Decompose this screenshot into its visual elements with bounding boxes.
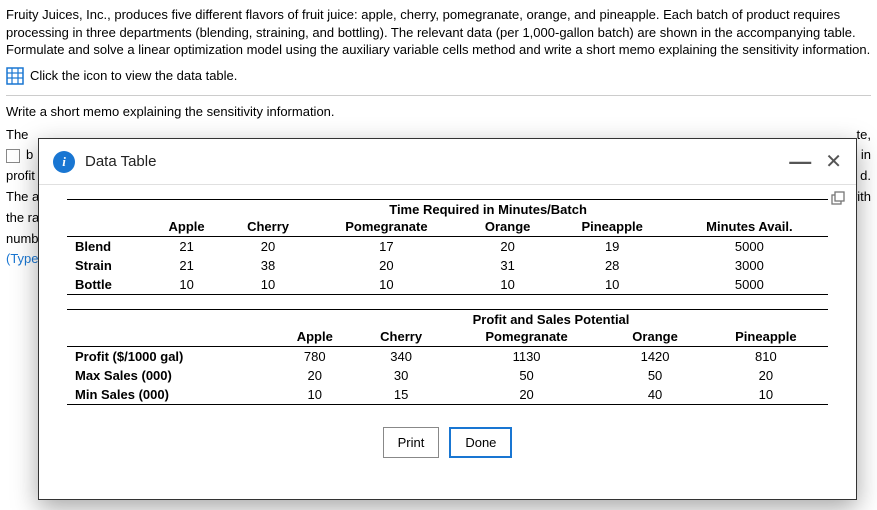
t1-r1c5: 3000 (671, 256, 828, 275)
t1-r2c3: 10 (462, 275, 554, 295)
t1-r0c1: 20 (225, 237, 311, 257)
time-required-table: Time Required in Minutes/Batch Apple Che… (67, 199, 828, 295)
t1-r0c4: 19 (554, 237, 671, 257)
table2-caption: Profit and Sales Potential (274, 310, 828, 328)
bg-the: The (6, 125, 28, 146)
t1-r0-label: Blend (67, 237, 148, 257)
modal-title: Data Table (85, 153, 156, 170)
t1-col-pine: Pineapple (554, 217, 671, 237)
t2-r1c1: 30 (355, 366, 446, 385)
bg-b: b (26, 145, 33, 166)
t1-r1-label: Strain (67, 256, 148, 275)
table1-caption: Time Required in Minutes/Batch (148, 200, 828, 218)
modal-header: i Data Table — ✕ (39, 139, 856, 185)
modal-body: Time Required in Minutes/Batch Apple Che… (39, 185, 856, 499)
close-icon[interactable]: ✕ (825, 149, 842, 174)
data-table-modal: i Data Table — ✕ Time Required in Minute… (38, 138, 857, 500)
bg-d: d. (860, 166, 871, 187)
bg-thea: The a (6, 187, 39, 208)
t2-r1-label: Max Sales (000) (67, 366, 274, 385)
icon-hint-text: Click the icon to view the data table. (30, 68, 237, 83)
t1-col-orange: Orange (462, 217, 554, 237)
t2-r2c1: 15 (355, 385, 446, 405)
t2-col-pom: Pomegranate (447, 327, 607, 347)
t2-r0c4: 810 (704, 347, 828, 367)
t1-col-avail: Minutes Avail. (671, 217, 828, 237)
t2-r2c2: 20 (447, 385, 607, 405)
profit-sales-table: Profit and Sales Potential Apple Cherry … (67, 309, 828, 405)
t2-r2c4: 10 (704, 385, 828, 405)
t2-r1c0: 20 (274, 366, 355, 385)
t2-r0-label: Profit ($/1000 gal) (67, 347, 274, 367)
t1-r1c0: 21 (148, 256, 225, 275)
t1-r1c2: 20 (311, 256, 462, 275)
t2-r2c0: 10 (274, 385, 355, 405)
info-icon: i (53, 151, 75, 173)
separator (6, 95, 871, 96)
modal-footer: Print Done (67, 419, 828, 472)
t2-r1c3: 50 (606, 366, 703, 385)
t1-r2c1: 10 (225, 275, 311, 295)
t2-r2-label: Min Sales (000) (67, 385, 274, 405)
t2-col-cherry: Cherry (355, 327, 446, 347)
bg-in: in (861, 145, 871, 166)
t1-r2c4: 10 (554, 275, 671, 295)
t1-r2c0: 10 (148, 275, 225, 295)
t2-r0c3: 1420 (606, 347, 703, 367)
bg-te: te, (857, 125, 871, 146)
memo-prompt: Write a short memo explaining the sensit… (6, 104, 871, 119)
t2-col-apple: Apple (274, 327, 355, 347)
t1-r1c3: 31 (462, 256, 554, 275)
t1-r0c2: 17 (311, 237, 462, 257)
bg-type: (Type (6, 249, 39, 270)
t1-col-cherry: Cherry (225, 217, 311, 237)
bg-profit: profit (6, 166, 35, 187)
t2-r1c2: 50 (447, 366, 607, 385)
t2-r0c2: 1130 (447, 347, 607, 367)
done-button[interactable]: Done (449, 427, 512, 458)
checkbox[interactable] (6, 149, 20, 163)
t2-col-pine: Pineapple (704, 327, 828, 347)
t2-r0c0: 780 (274, 347, 355, 367)
bg-numb: numb (6, 229, 39, 250)
t1-r2-label: Bottle (67, 275, 148, 295)
print-button[interactable]: Print (383, 427, 440, 458)
data-table-icon[interactable] (6, 67, 24, 85)
t1-r2c5: 5000 (671, 275, 828, 295)
t2-r1c4: 20 (704, 366, 828, 385)
problem-statement: Fruity Juices, Inc., produces five diffe… (6, 6, 871, 59)
t1-r0c3: 20 (462, 237, 554, 257)
minimize-icon[interactable]: — (789, 157, 811, 167)
icon-hint-row: Click the icon to view the data table. (6, 67, 871, 85)
t2-col-orange: Orange (606, 327, 703, 347)
t2-r2c3: 40 (606, 385, 703, 405)
t1-col-pom: Pomegranate (311, 217, 462, 237)
bg-thera: the ra (6, 208, 39, 229)
t1-r0c0: 21 (148, 237, 225, 257)
popout-icon[interactable] (830, 191, 846, 207)
t1-r0c5: 5000 (671, 237, 828, 257)
t1-r1c4: 28 (554, 256, 671, 275)
t1-col-apple: Apple (148, 217, 225, 237)
t1-r1c1: 38 (225, 256, 311, 275)
t2-r0c1: 340 (355, 347, 446, 367)
t1-r2c2: 10 (311, 275, 462, 295)
